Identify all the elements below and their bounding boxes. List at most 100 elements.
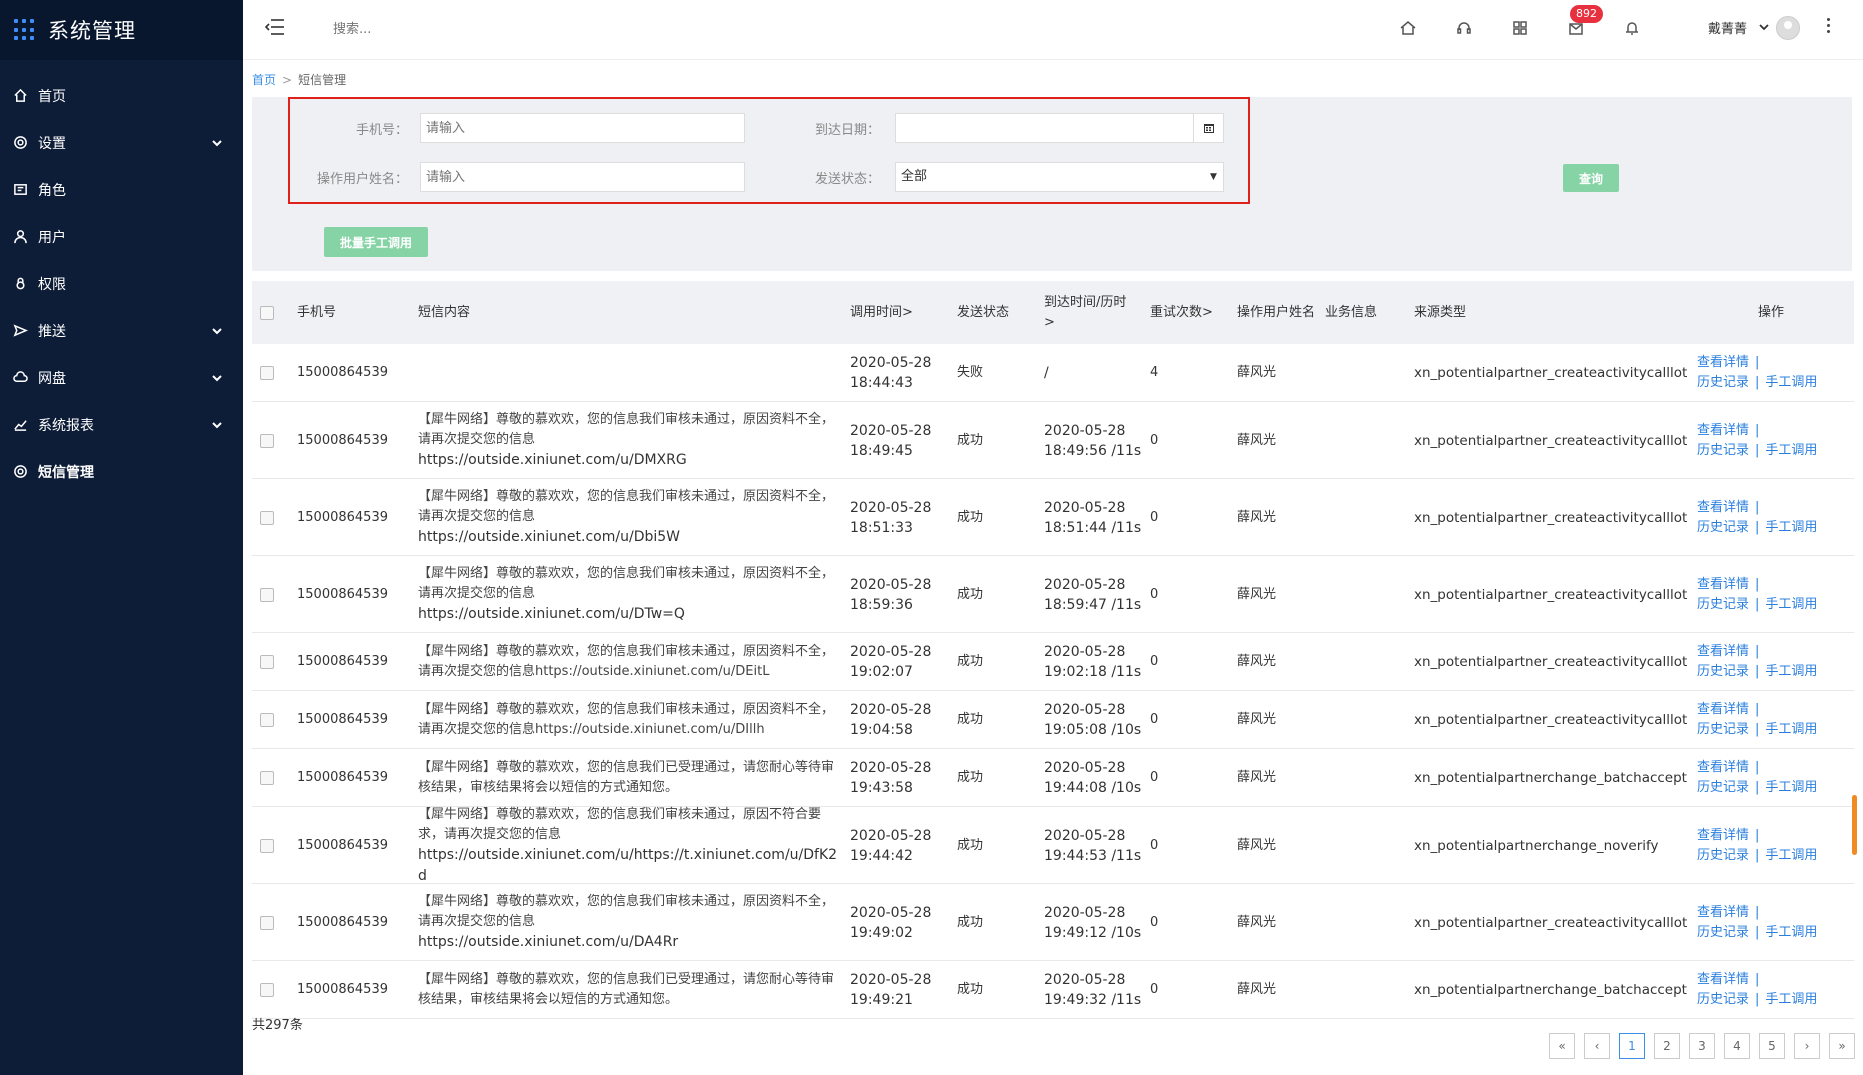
chevron-down-icon[interactable] <box>1759 20 1769 31</box>
table-row[interactable]: 15000864539 【犀牛网络】尊敬的慕欢欢，您的信息我们审核未通过，原因不符… <box>252 807 1854 884</box>
caret-down-icon[interactable]: ▼ <box>1210 172 1217 182</box>
manual-call-link[interactable]: 手工调用 <box>1765 597 1817 612</box>
phone-input[interactable] <box>420 113 745 143</box>
manual-call-link[interactable]: 手工调用 <box>1765 722 1817 737</box>
manual-call-link[interactable]: 手工调用 <box>1765 992 1817 1007</box>
cell-call-time: 2020-05-28 19:43:58 <box>850 760 932 796</box>
home-icon[interactable] <box>1396 16 1420 40</box>
history-link[interactable]: 历史记录 <box>1697 443 1749 458</box>
page-button[interactable]: 5 <box>1759 1033 1785 1059</box>
cell-operator: 薛风光 <box>1237 654 1277 669</box>
history-link[interactable]: 历史记录 <box>1697 664 1749 679</box>
row-checkbox[interactable] <box>260 510 274 525</box>
sidebar-item-4[interactable]: 权限 <box>0 260 243 307</box>
page-button[interactable]: 3 <box>1689 1033 1715 1059</box>
manual-call-link[interactable]: 手工调用 <box>1765 375 1817 390</box>
cell-call-time: 2020-05-28 19:44:42 <box>850 827 932 864</box>
table-row[interactable]: 15000864539 【犀牛网络】尊敬的慕欢欢，您的信息我们审核未通过，原因资料… <box>252 556 1854 633</box>
manual-call-link[interactable]: 手工调用 <box>1765 664 1817 679</box>
sidebar-item-8[interactable]: 短信管理 <box>0 448 243 495</box>
sidebar-item-0[interactable]: 首页 <box>0 72 243 119</box>
page-button[interactable]: » <box>1829 1033 1855 1059</box>
cell-operator: 薛风光 <box>1237 432 1277 448</box>
table-row[interactable]: 15000864539 【犀牛网络】尊敬的慕欢欢，您的信息我们审核未通过，原因资料… <box>252 479 1854 556</box>
sidebar-item-2[interactable]: 角色 <box>0 166 243 213</box>
history-link[interactable]: 历史记录 <box>1697 780 1749 795</box>
sidebar-item-5[interactable]: 推送 <box>0 307 243 354</box>
operator-input[interactable] <box>420 162 745 192</box>
row-checkbox[interactable] <box>260 983 274 997</box>
row-checkbox[interactable] <box>260 713 274 727</box>
table-row[interactable]: 15000864539 【犀牛网络】尊敬的慕欢欢，您的信息我们审核未通过，原因资料… <box>252 884 1854 961</box>
history-link[interactable]: 历史记录 <box>1697 992 1749 1007</box>
col-retry[interactable]: 重试次数> <box>1150 281 1213 344</box>
headset-icon[interactable] <box>1452 16 1476 40</box>
status-label: 发送状态： <box>814 172 880 187</box>
page-button[interactable]: › <box>1794 1033 1820 1059</box>
col-arrive[interactable]: 到达时间/历时 > <box>1044 281 1138 344</box>
row-checkbox[interactable] <box>260 838 274 853</box>
view-detail-link[interactable]: 查看详情 <box>1697 355 1749 370</box>
view-detail-link[interactable]: 查看详情 <box>1697 500 1749 515</box>
date-input[interactable] <box>895 113 1224 143</box>
view-detail-link[interactable]: 查看详情 <box>1697 972 1749 987</box>
view-detail-link[interactable]: 查看详情 <box>1697 644 1749 659</box>
avatar[interactable] <box>1776 16 1800 40</box>
calendar-icon[interactable] <box>1193 113 1223 143</box>
page-button[interactable]: 2 <box>1654 1033 1680 1059</box>
page-button[interactable]: 1 <box>1619 1033 1645 1059</box>
sidebar-item-7[interactable]: 系统报表 <box>0 401 243 448</box>
manual-call-link[interactable]: 手工调用 <box>1765 925 1817 940</box>
row-checkbox[interactable] <box>260 433 274 448</box>
sidebar-item-3[interactable]: 用户 <box>0 213 243 260</box>
table-row[interactable]: 15000864539 【犀牛网络】尊敬的慕欢欢，您的信息我们已受理通过，请您耐心… <box>252 749 1854 807</box>
sidebar-item-1[interactable]: 设置 <box>0 119 243 166</box>
table-row[interactable]: 15000864539 2020-05-28 18:44:43 失败 / 4 薛风光 xn_p… <box>252 344 1854 402</box>
table-row[interactable]: 15000864539 【犀牛网络】尊敬的慕欢欢，您的信息我们审核未通过，原因资料… <box>252 633 1854 691</box>
row-checkbox[interactable] <box>260 655 274 669</box>
view-detail-link[interactable]: 查看详情 <box>1697 577 1749 592</box>
bell-icon[interactable] <box>1620 16 1644 40</box>
col-call-time[interactable]: 调用时间> <box>850 281 913 344</box>
history-link[interactable]: 历史记录 <box>1697 925 1749 940</box>
table-row[interactable]: 15000864539 【犀牛网络】尊敬的慕欢欢，您的信息我们审核未通过，原因资料… <box>252 691 1854 749</box>
view-detail-link[interactable]: 查看详情 <box>1697 423 1749 438</box>
table-row[interactable]: 15000864539 【犀牛网络】尊敬的慕欢欢，您的信息我们审核未通过，原因资料… <box>252 402 1854 479</box>
history-link[interactable]: 历史记录 <box>1697 375 1749 390</box>
manual-call-link[interactable]: 手工调用 <box>1765 848 1817 863</box>
history-link[interactable]: 历史记录 <box>1697 722 1749 737</box>
row-checkbox[interactable] <box>260 915 274 930</box>
sidebar-menu: 首页 设置 角色 用户 权限 推送网盘系统报表 短信管理 <box>0 72 243 495</box>
row-checkbox[interactable] <box>260 366 274 380</box>
table-row[interactable]: 15000864539 【犀牛网络】尊敬的慕欢欢，您的信息我们已受理通过，请您耐心… <box>252 961 1854 1019</box>
manual-call-link[interactable]: 手工调用 <box>1765 520 1817 535</box>
view-detail-link[interactable]: 查看详情 <box>1697 760 1749 775</box>
scroll-indicator[interactable] <box>1852 795 1857 855</box>
apps-grid-icon[interactable] <box>14 19 36 41</box>
manual-call-link[interactable]: 手工调用 <box>1765 780 1817 795</box>
apps-icon[interactable] <box>1508 16 1532 40</box>
sidebar-item-6[interactable]: 网盘 <box>0 354 243 401</box>
page-button[interactable]: 4 <box>1724 1033 1750 1059</box>
more-vertical-icon[interactable] <box>1827 18 1831 36</box>
user-name[interactable]: 戴菁菁 <box>1708 18 1747 37</box>
view-detail-link[interactable]: 查看详情 <box>1697 828 1749 843</box>
menu-toggle-icon[interactable] <box>264 18 285 36</box>
page-button[interactable]: « <box>1549 1033 1575 1059</box>
breadcrumb-home[interactable]: 首页 <box>252 73 276 87</box>
sidebar-item-label: 网盘 <box>38 370 66 387</box>
batch-manual-call-button[interactable]: 批量手工调用 <box>324 227 428 257</box>
history-link[interactable]: 历史记录 <box>1697 597 1749 612</box>
view-detail-link[interactable]: 查看详情 <box>1697 905 1749 920</box>
row-checkbox[interactable] <box>260 587 274 602</box>
status-select[interactable]: 全部 <box>895 162 1224 192</box>
query-button[interactable]: 查询 <box>1563 164 1619 192</box>
search-input[interactable] <box>333 18 533 40</box>
select-all-checkbox[interactable] <box>260 305 274 320</box>
page-button[interactable]: ‹ <box>1584 1033 1610 1059</box>
view-detail-link[interactable]: 查看详情 <box>1697 702 1749 717</box>
history-link[interactable]: 历史记录 <box>1697 848 1749 863</box>
manual-call-link[interactable]: 手工调用 <box>1765 443 1817 458</box>
history-link[interactable]: 历史记录 <box>1697 520 1749 535</box>
row-checkbox[interactable] <box>260 771 274 785</box>
